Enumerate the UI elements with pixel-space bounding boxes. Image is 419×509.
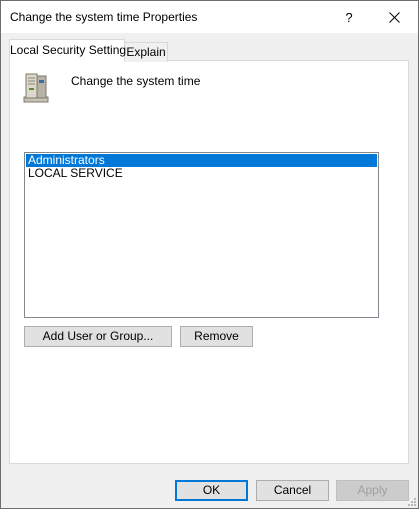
- tab-explain[interactable]: Explain: [125, 42, 168, 62]
- window-title: Change the system time Properties: [10, 10, 198, 24]
- remove-button[interactable]: Remove: [180, 326, 253, 347]
- tab-label: Local Security Setting: [10, 43, 127, 57]
- resize-grip-icon[interactable]: [407, 497, 417, 507]
- apply-button[interactable]: Apply: [336, 480, 409, 501]
- properties-dialog: Change the system time Properties ? Loca…: [0, 0, 419, 509]
- help-button[interactable]: ?: [326, 1, 372, 33]
- add-user-or-group-button[interactable]: Add User or Group...: [24, 326, 172, 347]
- list-item-local-service[interactable]: LOCAL SERVICE: [26, 167, 377, 180]
- server-computer-icon: [23, 73, 49, 103]
- close-icon: [388, 11, 400, 23]
- help-icon: ?: [345, 9, 353, 25]
- ok-button[interactable]: OK: [175, 480, 248, 501]
- cancel-button[interactable]: Cancel: [256, 480, 329, 501]
- tab-label: Explain: [126, 45, 166, 59]
- policy-name: Change the system time: [71, 74, 201, 88]
- close-button[interactable]: [371, 1, 417, 33]
- accounts-listbox[interactable]: Administrators LOCAL SERVICE: [24, 152, 379, 318]
- title-bar[interactable]: Change the system time Properties ?: [1, 1, 418, 33]
- tab-local-security-setting[interactable]: Local Security Setting: [9, 39, 127, 61]
